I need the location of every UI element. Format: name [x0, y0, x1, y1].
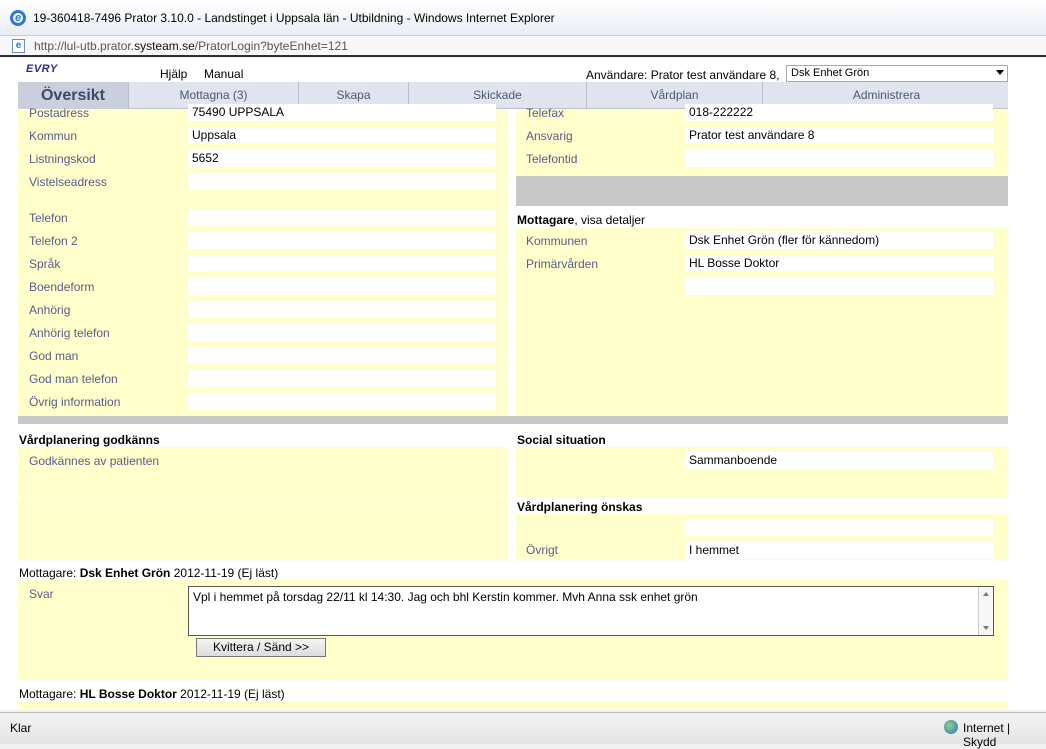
ansvarig-value: Prator test användare 8 — [685, 127, 993, 144]
window-titlebar: e 19-360418-7496 Prator 3.10.0 - Landsti… — [0, 0, 1046, 36]
scroll-down-icon[interactable] — [983, 626, 989, 630]
social-situation-header: Social situation — [517, 433, 606, 447]
page-content: EVRY Hjälp Manual Användare: Prator test… — [0, 58, 1046, 710]
status-text: Klar — [10, 721, 32, 735]
telefax-label: Telefax — [526, 106, 565, 120]
god-man-label: God man — [29, 349, 79, 363]
mottagare-header[interactable]: Mottagare, visa detaljer — [517, 213, 645, 227]
anhorig-telefon-label: Anhörig telefon — [29, 326, 110, 340]
separator — [516, 176, 1008, 206]
kommun-value: Uppsala — [188, 127, 496, 144]
status-bar: Klar Internet | Skydd — [0, 712, 1046, 749]
ovrig-information-label: Övrig information — [29, 395, 121, 409]
evry-logo: EVRY — [26, 63, 58, 75]
kvittera-sand-button[interactable]: Kvittera / Sänd >> — [196, 638, 326, 657]
anhorig-telefon-value — [188, 324, 496, 341]
god-man-value — [188, 347, 496, 364]
telefon-value — [188, 209, 496, 226]
page-icon: e — [12, 39, 25, 53]
vistelseadress-value — [188, 173, 496, 190]
vistelseadress-label: Vistelseadress — [29, 175, 107, 189]
globe-icon — [944, 720, 958, 734]
ovrig-information-value — [188, 393, 496, 410]
unit-select[interactable]: Dsk Enhet Grön — [786, 65, 1008, 82]
onskas-value — [685, 519, 993, 536]
svar-text: Vpl i hemmet på torsdag 22/11 kl 14:30. … — [193, 590, 698, 604]
manual-link[interactable]: Manual — [204, 67, 243, 81]
ovrigt-value: I hemmet — [685, 542, 993, 559]
kommunen-value: Dsk Enhet Grön (fler för kännedom) — [685, 232, 993, 249]
kommunen-label: Kommunen — [526, 234, 588, 248]
telefontid-label: Telefontid — [526, 152, 578, 166]
svar-textarea[interactable]: Vpl i hemmet på torsdag 22/11 kl 14:30. … — [188, 586, 994, 636]
boendeform-value — [188, 278, 496, 295]
boendeform-label: Boendeform — [29, 280, 95, 294]
address-bar[interactable]: e http://lul-utb.prator.systeam.se/Prato… — [0, 36, 1046, 57]
vardplanering-godkanns-header: Vårdplanering godkänns — [19, 433, 160, 447]
address-url[interactable]: http://lul-utb.prator.systeam.se/PratorL… — [34, 39, 348, 53]
help-link[interactable]: Hjälp — [160, 67, 187, 81]
separator — [18, 416, 1008, 424]
listningskod-value: 5652 — [188, 150, 496, 167]
ovrigt-label: Övrigt — [526, 543, 559, 557]
chevron-down-icon — [996, 70, 1004, 75]
listningskod-label: Listningskod — [29, 152, 96, 166]
telefon2-label: Telefon 2 — [29, 234, 78, 248]
reply1-header: Mottagare: Dsk Enhet Grön 2012-11-19 (Ej… — [19, 566, 279, 580]
ansvarig-label: Ansvarig — [526, 129, 573, 143]
mottagare-extra-value — [685, 278, 993, 295]
internet-explorer-icon: e — [10, 10, 26, 26]
telefon-label: Telefon — [29, 211, 68, 225]
scroll-up-icon[interactable] — [983, 592, 989, 596]
textarea-scrollbar[interactable] — [978, 587, 993, 635]
kommun-label: Kommun — [29, 129, 78, 143]
sprak-label: Språk — [29, 257, 61, 271]
reply2-panel — [18, 702, 1008, 710]
postadress-value: 75490 UPPSALA — [188, 104, 496, 121]
security-zone[interactable]: Internet | Skydd — [963, 721, 1046, 749]
top-menu: EVRY Hjälp Manual Användare: Prator test… — [18, 61, 1010, 82]
primarvarden-value: HL Bosse Doktor — [685, 255, 993, 272]
god-man-telefon-label: God man telefon — [29, 372, 118, 386]
window-title: 19-360418-7496 Prator 3.10.0 - Landsting… — [33, 11, 555, 25]
postadress-label: Postadress — [29, 106, 90, 120]
reply2-header: Mottagare: HL Bosse Doktor 2012-11-19 (E… — [19, 687, 285, 701]
social-situation-value: Sammanboende — [685, 452, 993, 469]
user-label: Användare: Prator test användare 8, — [586, 68, 780, 82]
anhorig-value — [188, 301, 496, 318]
godkannes-label: Godkännes av patienten — [29, 454, 160, 468]
svar-label: Svar — [29, 587, 54, 601]
anhorig-label: Anhörig — [29, 303, 71, 317]
telefon2-value — [188, 232, 496, 249]
page-scroll-gutter — [1008, 58, 1046, 710]
tab-oversikt[interactable]: Översikt — [18, 82, 128, 109]
unit-select-value: Dsk Enhet Grön — [791, 67, 870, 79]
god-man-telefon-value — [188, 370, 496, 387]
vardplanering-onskas-header: Vårdplanering önskas — [517, 500, 643, 514]
sprak-value — [188, 255, 496, 272]
godkanns-lower-panel — [18, 498, 508, 560]
telefax-value: 018-222222 — [685, 104, 993, 121]
telefontid-value — [685, 150, 993, 167]
primarvarden-label: Primärvården — [526, 257, 599, 271]
